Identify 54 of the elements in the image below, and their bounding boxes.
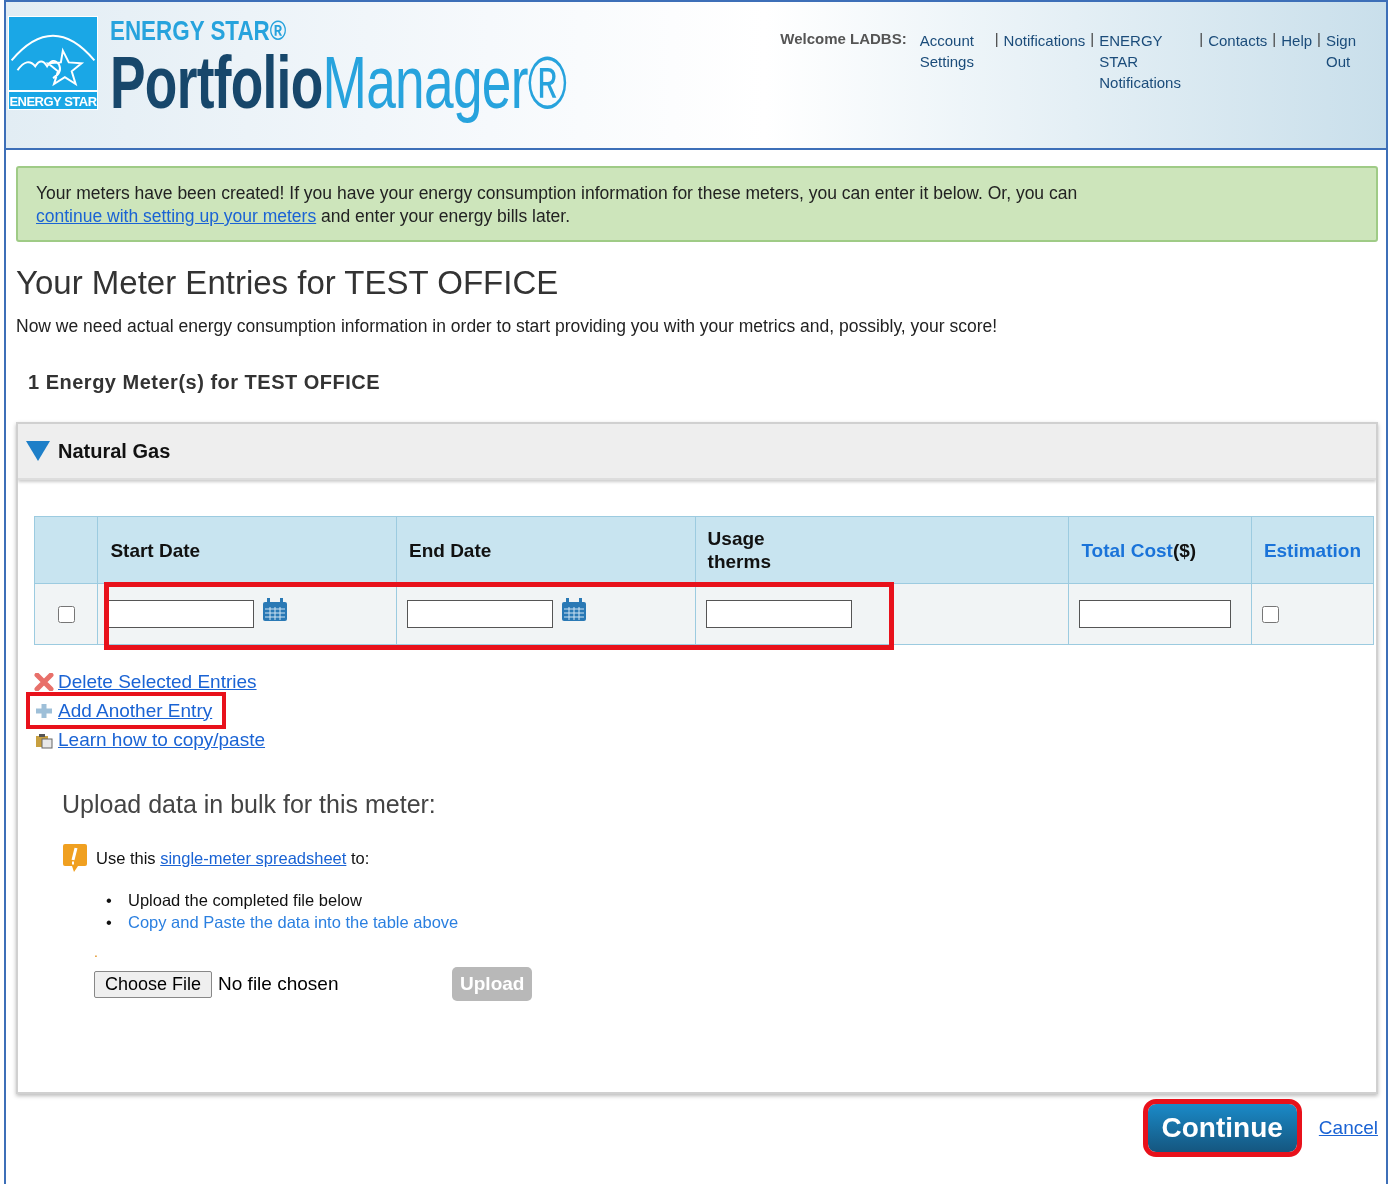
usage-input[interactable] — [705, 600, 852, 628]
nav-link[interactable]: Sign Out — [1326, 30, 1362, 72]
choose-file-button[interactable]: Choose File — [94, 970, 213, 998]
separator-text: | — [1272, 30, 1277, 47]
calendar-icon[interactable] — [262, 598, 289, 622]
required-mark: . — [94, 947, 99, 957]
cancel-link[interactable]: Cancel — [1318, 1117, 1378, 1139]
date-input[interactable] — [407, 600, 553, 628]
nav-link[interactable]: Contacts — [1208, 30, 1268, 51]
cross-icon — [34, 672, 54, 691]
action-link[interactable]: Add Another Entry — [58, 699, 213, 722]
nav-link[interactable]: Notifications — [1003, 30, 1086, 51]
column-label: End Date — [409, 539, 492, 561]
continue-setup-link[interactable]: continue with setting up your meters — [36, 206, 317, 226]
bullet-text: Upload the completed file below — [128, 891, 362, 909]
estimation-checkbox[interactable] — [1261, 606, 1279, 624]
action-link[interactable]: Delete Selected Entries — [58, 670, 257, 693]
success-message: Your meters have been created! If you have your energy consumption information for these meters, you can enter it below. Or, you can continue with setting up your meters and enter your energy bills later. — [16, 166, 1378, 242]
nav-link[interactable]: ENERGY STAR Notifications — [1099, 30, 1195, 93]
page-title: Your Meter Entries for TEST OFFICE — [16, 264, 560, 302]
separator-text: | — [1317, 30, 1321, 47]
column-label: Usage — [707, 528, 765, 549]
separator-text: | — [1199, 30, 1204, 47]
calendar-icon[interactable] — [561, 598, 587, 622]
column-sort-link[interactable]: Estimation — [1263, 539, 1361, 561]
meters-heading: 1 Energy Meter(s) for TEST OFFICE — [28, 371, 382, 394]
bullet-marker: • — [106, 912, 113, 933]
bullet-link[interactable]: Copy and Paste the data into the table above — [128, 913, 459, 931]
info-icon — [62, 843, 88, 873]
nav-link[interactable]: Account Settings — [919, 30, 990, 72]
plus-icon — [34, 701, 54, 720]
meter-panel-header[interactable]: Natural Gas — [18, 424, 1376, 480]
date-input[interactable] — [108, 600, 255, 628]
action-link[interactable]: Learn how to copy/paste — [58, 728, 266, 751]
unit-label: ($) — [1172, 539, 1197, 561]
meter-name: Natural Gas — [58, 439, 171, 463]
expand-triangle-icon[interactable] — [26, 441, 50, 461]
column-label: Start Date — [110, 539, 201, 561]
upload-heading: Upload data in bulk for this meter: — [62, 790, 437, 819]
column-sort-link[interactable]: Total Cost — [1081, 539, 1173, 561]
tip-text: Use this single-meter spreadsheet to: — [96, 848, 370, 868]
nav-link[interactable]: Help — [1281, 30, 1313, 51]
cost-input[interactable] — [1079, 600, 1232, 628]
logo-text: ENERGY STAR — [9, 90, 97, 109]
spreadsheet-link[interactable]: single-meter spreadsheet — [160, 848, 347, 867]
file-status: No file chosen — [218, 973, 340, 995]
unit-label: therms — [707, 551, 771, 572]
separator-text: | — [994, 30, 999, 47]
bullet-marker: • — [106, 890, 113, 911]
row-checkbox[interactable] — [57, 606, 75, 624]
welcome-text: Welcome LADBS: — [780, 30, 907, 47]
intro-text: Now we need actual energy consumption information in order to start providing you with your metrics and, possibly, your score! — [16, 316, 999, 337]
separator-text: | — [1090, 30, 1095, 47]
brand-subtitle: ENERGY STAR® — [110, 16, 288, 46]
